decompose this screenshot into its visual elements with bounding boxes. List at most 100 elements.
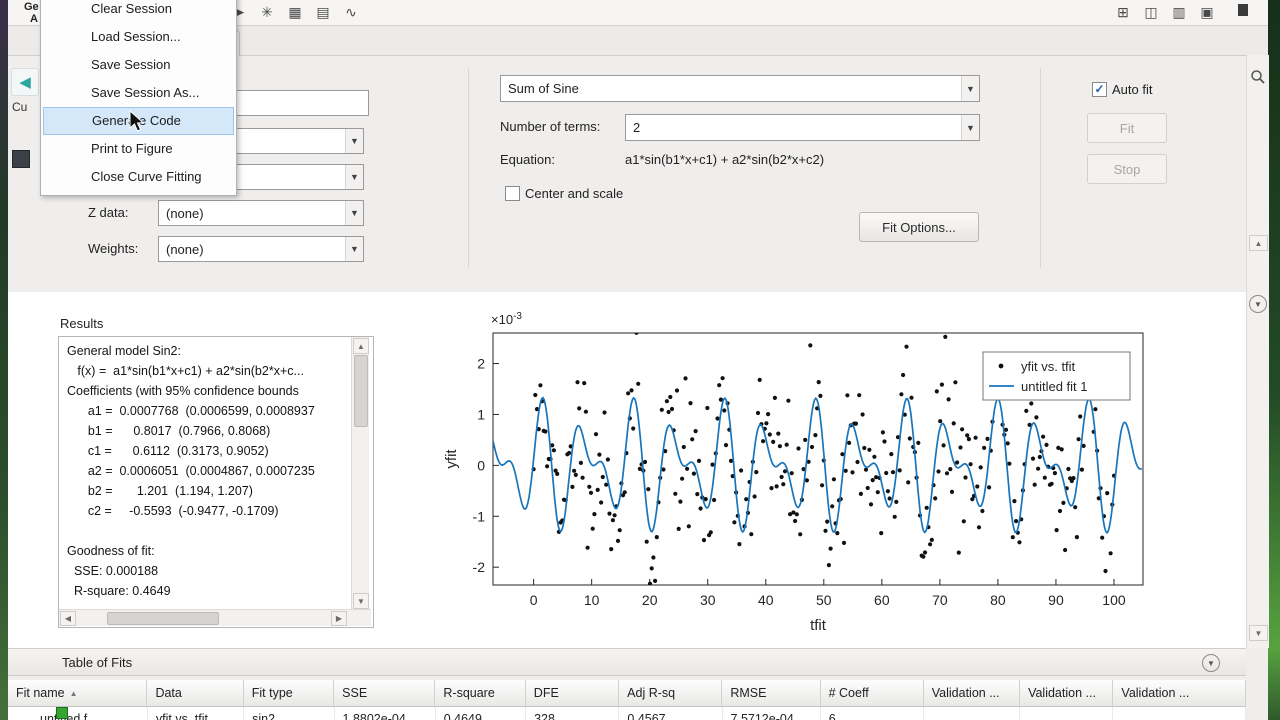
column-label: Adj R-sq xyxy=(627,686,676,700)
results-vscroll-thumb[interactable] xyxy=(354,355,368,427)
results-line: c1 = 0.6112 (0.3173, 0.9052) xyxy=(67,444,269,458)
column-header-r-square[interactable]: R-square xyxy=(435,680,526,707)
layout-tile-icon[interactable]: ⊞ xyxy=(1112,1,1134,23)
column-header-adj-r-sq[interactable]: Adj R-sq xyxy=(619,680,723,707)
folder-item-icon[interactable] xyxy=(12,150,30,168)
results-hscrollbar[interactable]: ◀ ▶ xyxy=(59,609,371,626)
column-header-validation[interactable]: Validation ... xyxy=(1113,680,1247,707)
collapse-chevron-icon[interactable]: ▼ xyxy=(1202,654,1220,672)
terms-select[interactable]: 2 ▼ xyxy=(625,114,980,141)
results-text[interactable]: General model Sin2: f(x) = a1*sin(b1*x+c… xyxy=(67,341,349,607)
stop-button[interactable]: Stop xyxy=(1087,154,1167,184)
grid-toggle-icon[interactable]: ▤ xyxy=(312,1,334,23)
column-label: Validation ... xyxy=(1121,686,1190,700)
column-header-fit-type[interactable]: Fit type xyxy=(243,680,335,707)
column-header-validation[interactable]: Validation ... xyxy=(1020,680,1114,707)
equation-text: a1*sin(b1*x+c1) + a2*sin(b2*x+c2) xyxy=(625,152,825,167)
fit-options-button[interactable]: Fit Options... xyxy=(859,212,979,242)
auto-fit-checkbox[interactable]: ✓ xyxy=(1092,82,1107,97)
layout-single-icon[interactable]: ▣ xyxy=(1196,1,1218,23)
table-cell[interactable]: 0.4649 xyxy=(436,707,527,720)
fit-type-select[interactable]: Sum of Sine ▼ xyxy=(500,75,980,102)
svg-text:90: 90 xyxy=(1048,592,1064,608)
results-line: R-square: 0.4649 xyxy=(67,584,171,598)
scroll-down-icon[interactable]: ▼ xyxy=(353,593,369,609)
column-label: R-square xyxy=(443,686,495,700)
weights-select[interactable]: (none) ▼ xyxy=(158,236,364,262)
center-scale-checkbox[interactable] xyxy=(505,186,520,201)
column-label: Validation ... xyxy=(931,686,1000,700)
column-header-#-coeff[interactable]: # Coeff xyxy=(820,680,924,707)
cropped-app-label-2: A xyxy=(30,13,38,25)
table-of-fits-title: Table of Fits xyxy=(62,654,133,670)
svg-text:-2: -2 xyxy=(473,559,486,575)
table-cell[interactable] xyxy=(1113,707,1246,720)
scroll-left-icon[interactable]: ◀ xyxy=(60,611,76,626)
column-header-fit-name[interactable]: Fit name ▲ xyxy=(8,680,148,707)
svg-text:20: 20 xyxy=(642,592,658,608)
brush-icon[interactable]: ✳ xyxy=(256,1,278,23)
back-button[interactable]: ◀ xyxy=(11,68,39,96)
svg-text:50: 50 xyxy=(816,592,832,608)
stop-button-label: Stop xyxy=(1113,161,1141,177)
scroll-right-icon[interactable]: ▶ xyxy=(331,611,347,626)
table-cell[interactable]: 328 xyxy=(526,707,620,720)
results-vscrollbar[interactable]: ▲ ▼ xyxy=(351,337,369,609)
rail-up-icon[interactable]: ▲ xyxy=(1249,235,1268,251)
rail-down-icon[interactable]: ▼ xyxy=(1249,625,1268,641)
column-label: Data xyxy=(155,686,182,700)
cftool-window: Ge A ➤✳▦▤∿ ⊞◫▥▣ ◀ Cu 1 ▼ ▼ Z data: (none… xyxy=(0,0,1280,720)
legend-toggle-icon[interactable]: ▦ xyxy=(284,1,306,23)
column-header-rmse[interactable]: RMSE xyxy=(722,680,821,707)
fit-button-label: Fit xyxy=(1119,120,1135,136)
table-cell[interactable]: 6 xyxy=(821,707,924,720)
pin-icon[interactable] xyxy=(1238,4,1248,16)
column-header-validation[interactable]: Validation ... xyxy=(923,680,1021,707)
z-data-label: Z data: xyxy=(88,205,129,220)
table-cell[interactable]: untitled f... xyxy=(8,707,148,720)
rail-collapse-icon[interactable]: ▼ xyxy=(1249,295,1267,313)
table-cell[interactable]: 7.5712e-04 xyxy=(723,707,821,720)
column-header-data[interactable]: Data xyxy=(147,680,244,707)
layout-rows-icon[interactable]: ▥ xyxy=(1168,1,1190,23)
equation-label: Equation: xyxy=(500,152,555,167)
column-label: RMSE xyxy=(730,686,767,700)
results-line: a1 = 0.0007768 (0.0006599, 0.0008937 xyxy=(67,404,315,418)
svg-text:×10-3: ×10-3 xyxy=(491,311,522,327)
cell-value: 7.5712e-04 xyxy=(730,712,794,720)
menu-item-print-to-figure[interactable]: Print to Figure xyxy=(43,135,234,163)
right-scroll-rail[interactable]: ▲ ▼ ▼ xyxy=(1246,55,1269,648)
svg-text:40: 40 xyxy=(758,592,774,608)
table-of-fits-bar[interactable]: Table of Fits ▼ xyxy=(8,648,1246,676)
cell-value: untitled f... xyxy=(40,712,98,720)
fits-table-row[interactable]: untitled f... yfit vs. tfit sin2 1.8802e-04… xyxy=(8,707,1246,720)
z-data-select[interactable]: (none) ▼ xyxy=(158,200,364,226)
table-cell[interactable]: 1.8802e-04 xyxy=(335,707,436,720)
table-cell[interactable] xyxy=(1020,707,1114,720)
table-cell[interactable]: sin2 xyxy=(244,707,335,720)
axes-limits-icon[interactable]: ∿ xyxy=(340,1,362,23)
table-cell[interactable]: 0.4567 xyxy=(619,707,723,720)
fits-table-header: Fit name ▲ Data Fit type SSE R-square DFE Adj R… xyxy=(8,680,1247,707)
search-icon[interactable] xyxy=(1250,69,1266,85)
results-line: b2 = 1.201 (1.194, 1.207) xyxy=(67,484,253,498)
svg-text:2: 2 xyxy=(477,356,485,372)
fit-button[interactable]: Fit xyxy=(1087,113,1167,143)
svg-text:yfit: yfit xyxy=(443,449,460,469)
results-line: a2 = 0.0006051 (0.0004867, 0.0007235 xyxy=(67,464,315,478)
results-line: c2 = -0.5593 (-0.9477, -0.1709) xyxy=(67,504,279,518)
pane-separator-1 xyxy=(468,68,469,268)
scroll-up-icon[interactable]: ▲ xyxy=(353,338,369,354)
table-cell[interactable] xyxy=(924,707,1021,720)
menu-item-save-session-as[interactable]: Save Session As... xyxy=(43,79,234,107)
chevron-down-icon: ▼ xyxy=(345,237,363,261)
layout-columns-icon[interactable]: ◫ xyxy=(1140,1,1162,23)
menu-item-save-session[interactable]: Save Session xyxy=(43,51,234,79)
menu-item-load-session[interactable]: Load Session... xyxy=(43,23,234,51)
column-header-dfe[interactable]: DFE xyxy=(525,680,620,707)
results-hscroll-thumb[interactable] xyxy=(107,612,219,625)
menu-item-close-curve-fitting[interactable]: Close Curve Fitting xyxy=(43,163,234,191)
table-cell[interactable]: yfit vs. tfit xyxy=(148,707,245,720)
column-header-sse[interactable]: SSE xyxy=(334,680,436,707)
menu-item-clear-session[interactable]: Clear Session xyxy=(43,0,234,23)
